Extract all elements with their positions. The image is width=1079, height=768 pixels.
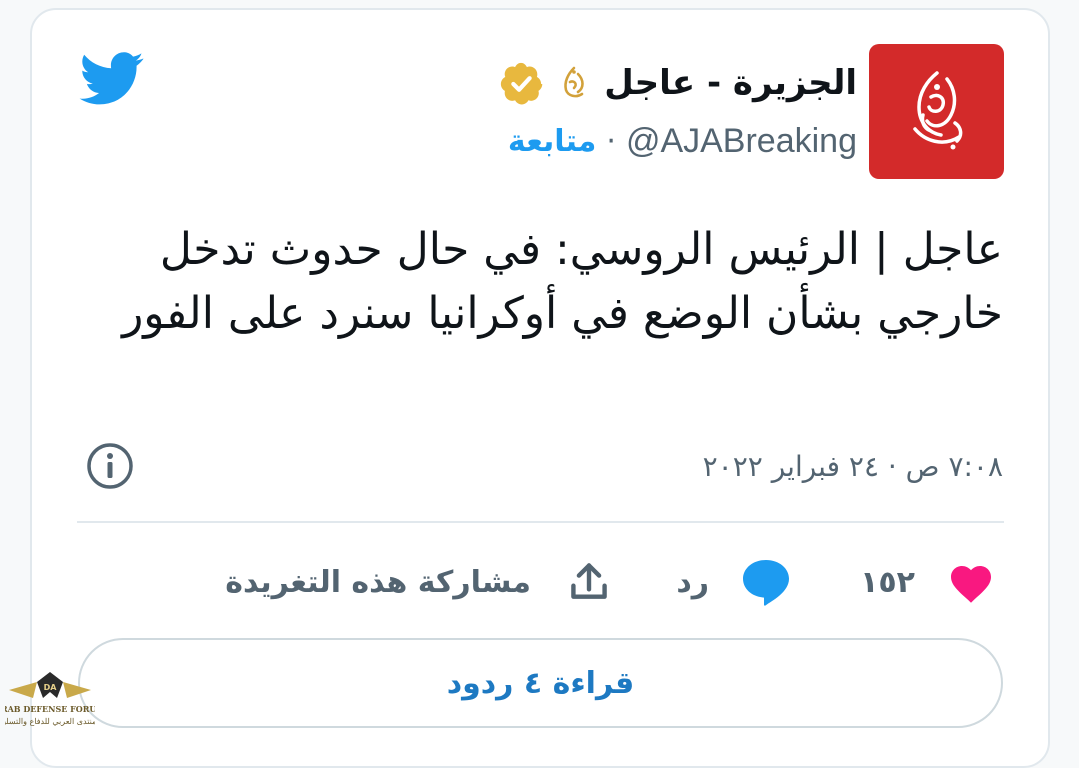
- divider: [77, 521, 1004, 523]
- account-name-row: الجزيرة - عاجل: [498, 58, 857, 108]
- tweet-timestamp[interactable]: ٧:٠٨ ص · ٢٤ فبراير ٢٠٢٢: [703, 442, 1003, 490]
- reply-label[interactable]: رد: [676, 565, 709, 600]
- watermark-line2: المنتدى العربي للدفاع والتسليح: [5, 717, 95, 726]
- tweet-text: عاجل | الرئيس الروسي: في حال حدوث تدخل خ…: [122, 224, 1003, 339]
- account-handle[interactable]: @AJABreaking: [626, 122, 857, 161]
- like-button[interactable]: [947, 552, 995, 612]
- share-label[interactable]: مشاركة هذه التغريدة: [225, 565, 531, 600]
- separator-dot: ·: [606, 123, 616, 159]
- read-replies-button[interactable]: قراءة ٤ ردود: [78, 638, 1003, 728]
- account-name[interactable]: الجزيرة - عاجل: [604, 63, 857, 103]
- aljazeera-logo-icon: [912, 70, 962, 149]
- aljazeera-emoji-icon: [564, 66, 585, 98]
- tweet-actions: ١٥٢ رد مشاركة هذه التغريدة: [0, 552, 1079, 612]
- info-icon[interactable]: [85, 441, 135, 491]
- share-icon: [571, 563, 607, 599]
- reply-icon-button[interactable]: [740, 552, 792, 612]
- share-icon-button[interactable]: [567, 552, 611, 612]
- svg-text:DA: DA: [44, 683, 58, 692]
- forum-watermark-logo: DA ARAB DEFENSE FORUM المنتدى العربي للد…: [5, 672, 95, 726]
- heart-icon: [951, 566, 991, 603]
- verified-badge-icon: [501, 62, 543, 105]
- account-avatar[interactable]: [869, 44, 1004, 179]
- account-handle-row: @AJABreaking · متابعة: [508, 116, 857, 166]
- reply-bubble-icon: [743, 560, 789, 606]
- follow-button[interactable]: متابعة: [508, 124, 596, 159]
- read-replies-label: قراءة ٤ ردود: [446, 665, 635, 701]
- twitter-bird-icon: [79, 52, 144, 105]
- like-count: ١٥٢: [860, 564, 915, 600]
- watermark-line1: ARAB DEFENSE FORUM: [5, 704, 95, 714]
